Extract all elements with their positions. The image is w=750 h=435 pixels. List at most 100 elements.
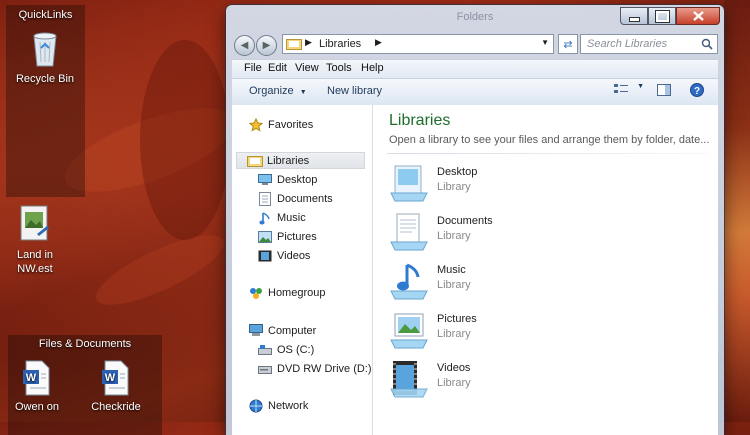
nav-os-drive-label: OS (C:): [277, 343, 315, 356]
help-button[interactable]: ?: [690, 83, 704, 100]
recycle-bin-icon: [29, 28, 61, 68]
nav-os-drive[interactable]: OS (C:): [257, 341, 314, 358]
search-input[interactable]: Search Libraries: [587, 38, 667, 50]
land-file-shortcut[interactable]: Land in NW.est: [0, 204, 70, 276]
library-type: Library: [437, 230, 471, 242]
libraries-folder-icon: [286, 39, 302, 50]
forward-arrow-icon: ▶: [262, 40, 271, 51]
view-options-button[interactable]: ▼: [614, 83, 644, 98]
back-button[interactable]: ◀: [234, 35, 255, 56]
svg-text:W: W: [26, 372, 37, 384]
minimize-button[interactable]: [620, 7, 648, 25]
wallpaper-streak: [140, 40, 230, 240]
network-icon: [248, 399, 264, 413]
library-item-pictures[interactable]: Pictures Library: [389, 308, 649, 352]
nav-music-label: Music: [277, 211, 306, 224]
library-item-music[interactable]: Music Library: [389, 259, 649, 303]
nav-homegroup[interactable]: Homegroup: [248, 284, 325, 301]
videos-library-icon: [390, 361, 428, 398]
preview-pane-button[interactable]: [657, 84, 671, 99]
nav-libraries[interactable]: Libraries: [236, 152, 365, 169]
homegroup-icon: [248, 286, 264, 300]
breadcrumb-chevron-icon[interactable]: ▶: [375, 37, 382, 48]
menu-tools[interactable]: Tools: [326, 62, 352, 74]
nav-music[interactable]: Music: [257, 209, 306, 226]
pictures-library-icon: [390, 313, 428, 349]
menu-help[interactable]: Help: [361, 62, 384, 74]
nav-libraries-label: Libraries: [267, 154, 310, 167]
library-name: Pictures: [437, 313, 477, 325]
document-label-checkride: Checkride: [91, 401, 141, 413]
maximize-button[interactable]: [648, 7, 676, 25]
nav-favorites[interactable]: Favorites: [248, 116, 313, 133]
chevron-down-icon: ▼: [637, 83, 644, 90]
organize-label: Organize: [249, 85, 294, 97]
wallpaper-right-edge: [724, 0, 750, 422]
nav-documents-label: Documents: [277, 192, 333, 205]
search-box[interactable]: Search Libraries: [580, 34, 718, 54]
refresh-button[interactable]: ⇄: [558, 34, 578, 54]
menu-edit[interactable]: Edit: [268, 62, 287, 74]
explorer-window: Folders ◀ ▶ ▶ Libraries ▶ ▼ ⇄ Search Lib…: [226, 5, 724, 435]
nav-network[interactable]: Network: [248, 397, 308, 414]
close-button[interactable]: [676, 7, 720, 25]
libraries-icon: [247, 154, 263, 168]
nav-pictures[interactable]: Pictures: [257, 228, 317, 245]
nav-computer-label: Computer: [268, 324, 317, 337]
word-document-icon: W: [101, 360, 131, 396]
desktop-library-icon: [390, 165, 428, 202]
music-library-icon: [390, 263, 428, 300]
land-file-label-line1: Land in: [16, 249, 54, 261]
divider: [387, 153, 709, 154]
nav-desktop-label: Desktop: [277, 173, 318, 186]
forward-button[interactable]: ▶: [256, 35, 277, 56]
dvd-drive-icon: [257, 362, 273, 376]
library-type: Library: [437, 279, 471, 291]
menu-file[interactable]: File: [244, 62, 262, 74]
nav-documents[interactable]: Documents: [257, 190, 333, 207]
new-library-button[interactable]: New library: [327, 85, 382, 97]
view-list-icon: [614, 84, 628, 93]
library-type: Library: [437, 328, 471, 340]
nav-dvd-drive-label: DVD RW Drive (D:) Cl: [277, 362, 385, 375]
back-arrow-icon: ◀: [240, 40, 249, 51]
help-icon: ?: [690, 83, 704, 97]
documents-library-icon: [390, 213, 428, 251]
breadcrumb-chevron-icon[interactable]: ▶: [305, 37, 312, 48]
nav-favorites-label: Favorites: [268, 118, 314, 131]
recycle-bin-shortcut[interactable]: Recycle Bin: [10, 28, 80, 86]
library-item-documents[interactable]: Documents Library: [389, 210, 649, 254]
wallpaper-streak: [88, 222, 232, 318]
estimate-file-icon: [17, 204, 53, 244]
address-dropdown-icon[interactable]: ▼: [541, 38, 549, 47]
files-documents-title: Files & Documents: [38, 338, 132, 350]
nav-network-label: Network: [268, 399, 309, 412]
nav-videos-label: Videos: [277, 249, 311, 262]
menu-bar: File Edit View Tools Help: [232, 59, 718, 78]
close-icon: [692, 11, 704, 21]
preview-pane-icon: [657, 84, 671, 96]
nav-homegroup-label: Homegroup: [268, 286, 326, 299]
refresh-icon: ⇄: [563, 38, 573, 51]
document-label-owen: Owen on: [14, 401, 60, 413]
menu-view[interactable]: View: [295, 62, 319, 74]
nav-computer[interactable]: Computer: [248, 322, 316, 339]
document-shortcut-checkride[interactable]: W Checkride: [81, 360, 151, 414]
chevron-down-icon: ▼: [299, 89, 307, 96]
nav-videos[interactable]: Videos: [257, 247, 310, 264]
recycle-bin-label: Recycle Bin: [15, 73, 75, 85]
library-type: Library: [437, 377, 471, 389]
library-item-desktop[interactable]: Desktop Library: [389, 161, 649, 205]
library-item-videos[interactable]: Videos Library: [389, 357, 649, 401]
organize-button[interactable]: Organize ▼: [249, 85, 307, 97]
svg-text:W: W: [105, 372, 116, 384]
breadcrumb-libraries[interactable]: Libraries: [319, 38, 361, 50]
document-shortcut-owen[interactable]: W Owen on: [2, 360, 72, 414]
nav-dvd-drive[interactable]: DVD RW Drive (D:) Cl: [257, 360, 385, 377]
nav-desktop[interactable]: Desktop: [257, 171, 317, 188]
maximize-icon: [654, 9, 670, 23]
library-name: Videos: [437, 362, 471, 374]
address-bar[interactable]: ▶ Libraries ▶ ▼: [282, 34, 554, 54]
documents-icon: [257, 191, 273, 206]
library-name: Desktop: [437, 166, 478, 178]
